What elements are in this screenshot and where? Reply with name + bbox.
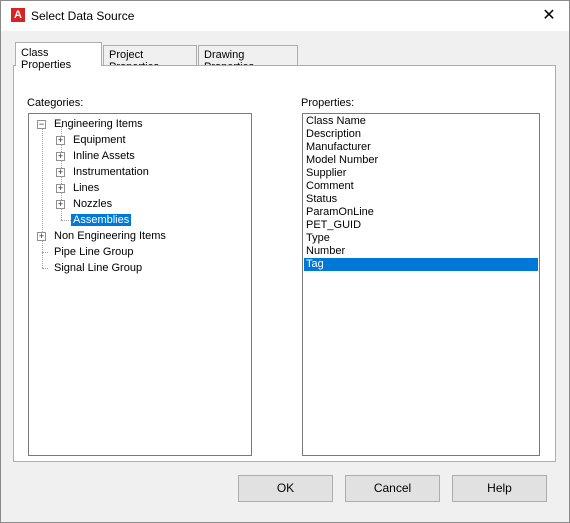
close-button[interactable]: ✕ bbox=[529, 1, 569, 31]
expand-icon[interactable]: + bbox=[56, 200, 65, 209]
property-item[interactable]: ParamOnLine bbox=[304, 206, 538, 219]
tree-item-label: Non Engineering Items bbox=[54, 230, 166, 242]
tree-item-signal-line-group[interactable]: Signal Line Group bbox=[54, 260, 142, 276]
select-data-source-dialog: A Select Data Source ✕ Class Properties … bbox=[0, 0, 570, 523]
close-icon: ✕ bbox=[542, 7, 556, 24]
title-bar: A Select Data Source ✕ bbox=[1, 1, 569, 31]
property-item[interactable]: Class Name bbox=[304, 115, 538, 128]
tab-class-properties[interactable]: Class Properties bbox=[15, 42, 102, 71]
property-item[interactable]: Comment bbox=[304, 180, 538, 193]
property-item[interactable]: Number bbox=[304, 245, 538, 258]
properties-label: Properties: bbox=[301, 97, 355, 109]
tree-item-label: Nozzles bbox=[73, 198, 113, 210]
properties-list[interactable]: Class Name Description Manufacturer Model N… bbox=[302, 113, 540, 456]
tree-item-assemblies[interactable]: Assemblies bbox=[71, 212, 132, 228]
tab-label: Class Properties bbox=[21, 47, 72, 71]
tree-item-label: Pipe Line Group bbox=[54, 246, 134, 258]
expand-icon[interactable]: + bbox=[56, 136, 65, 145]
expand-icon[interactable]: + bbox=[56, 168, 65, 177]
property-item[interactable]: Description bbox=[304, 128, 538, 141]
tab-project-properties[interactable]: Project Properties bbox=[103, 45, 197, 73]
tree-item-label: Signal Line Group bbox=[54, 262, 143, 274]
tab-drawing-properties[interactable]: Drawing Properties bbox=[198, 45, 298, 73]
categories-label: Categories: bbox=[27, 97, 84, 109]
help-button[interactable]: Help bbox=[452, 475, 547, 502]
tree-item-pipe-line-group[interactable]: Pipe Line Group bbox=[54, 244, 134, 260]
tab-panel: Categories: Properties: − Engineering It… bbox=[13, 65, 556, 462]
property-item[interactable]: Model Number bbox=[304, 154, 538, 167]
property-item[interactable]: PET_GUID bbox=[304, 219, 538, 232]
tree-item-label: Lines bbox=[73, 182, 100, 194]
categories-tree[interactable]: − Engineering Items + Equipment + Inline… bbox=[28, 113, 252, 456]
collapse-icon[interactable]: − bbox=[37, 120, 46, 129]
property-item[interactable]: Status bbox=[304, 193, 538, 206]
tree-item-label: Equipment bbox=[73, 134, 126, 146]
property-item[interactable]: Manufacturer bbox=[304, 141, 538, 154]
tree-item-label: Engineering Items bbox=[54, 118, 143, 130]
expand-icon[interactable]: + bbox=[56, 152, 65, 161]
property-item[interactable]: Supplier bbox=[304, 167, 538, 180]
tree-item-label: Instrumentation bbox=[73, 166, 149, 178]
expand-icon[interactable]: + bbox=[37, 232, 46, 241]
ok-button[interactable]: OK bbox=[238, 475, 333, 502]
expand-icon[interactable]: + bbox=[56, 184, 65, 193]
property-item[interactable]: Type bbox=[304, 232, 538, 245]
tree-item-label: Assemblies bbox=[71, 214, 132, 226]
autocad-app-icon: A bbox=[11, 8, 25, 22]
property-item[interactable]: Tag bbox=[304, 258, 538, 271]
tree-item-label: Inline Assets bbox=[73, 150, 135, 162]
cancel-button[interactable]: Cancel bbox=[345, 475, 440, 502]
dialog-title: Select Data Source bbox=[31, 9, 135, 23]
